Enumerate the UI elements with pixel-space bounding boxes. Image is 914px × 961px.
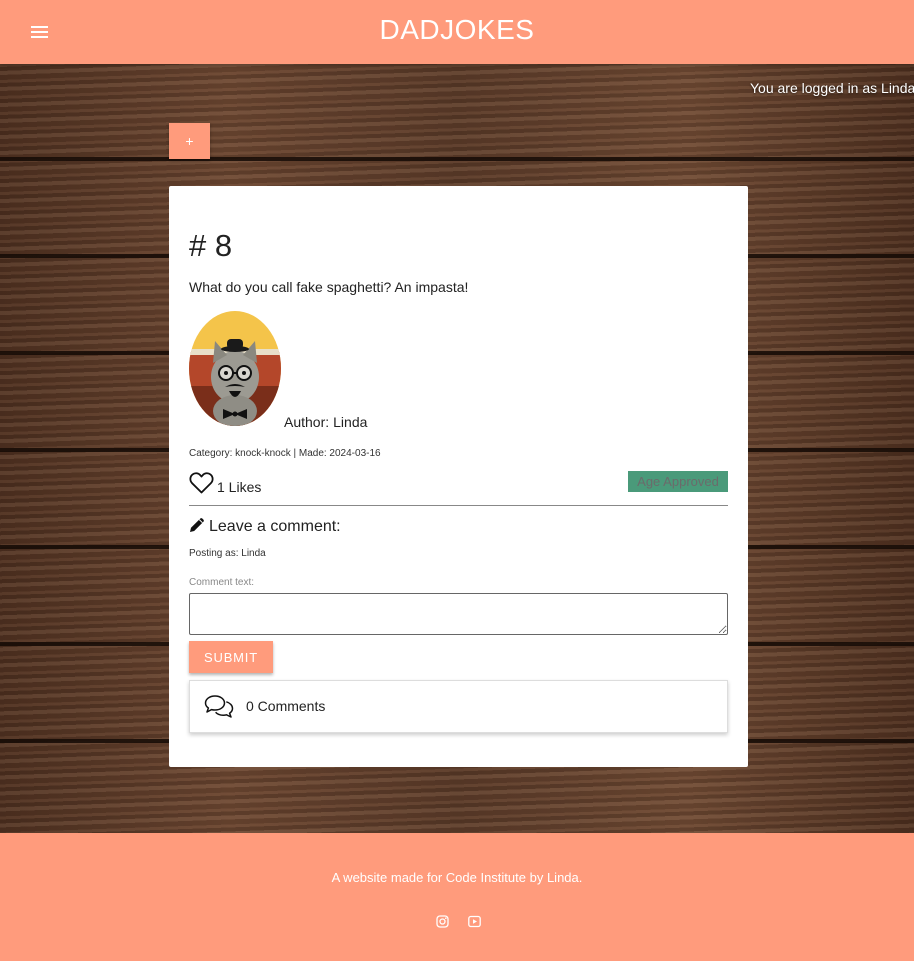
likes-count: 1 Likes	[217, 479, 262, 495]
footer-credit: A website made for Code Institute by Lin…	[331, 870, 583, 885]
comments-count: 0 Comments	[246, 698, 326, 714]
joke-card: # 8 What do you call fake spaghetti? An …	[169, 186, 748, 767]
pencil-icon	[190, 518, 204, 532]
age-approved-badge: Age Approved	[628, 471, 728, 492]
author-avatar	[189, 311, 281, 426]
footer: A website made for Code Institute by Lin…	[0, 833, 914, 961]
login-status-text: You are logged in as Linda	[750, 80, 914, 96]
leave-comment-label: Leave a comment:	[209, 518, 341, 535]
joke-meta: Category: knock-knock | Made: 2024-03-16	[189, 448, 381, 459]
top-navbar: DADJOKES	[0, 0, 914, 64]
leave-comment-heading: Leave a comment:	[189, 517, 341, 536]
instagram-icon[interactable]	[436, 915, 449, 928]
brand-logo-link[interactable]: DADJOKES	[0, 14, 914, 46]
comments-summary: 0 Comments	[189, 680, 728, 733]
youtube-icon[interactable]	[468, 915, 481, 928]
author-name: Linda	[333, 414, 368, 430]
comment-text-label: Comment text:	[189, 577, 255, 588]
add-joke-button[interactable]: +	[169, 123, 210, 159]
comment-textarea[interactable]	[189, 593, 728, 635]
divider	[189, 505, 728, 506]
author-label: Author:	[284, 414, 330, 430]
author-line: Author: Linda	[284, 414, 367, 430]
joke-text: What do you call fake spaghetti? An impa…	[189, 279, 469, 295]
submit-button[interactable]: SUBMIT	[189, 641, 273, 673]
heart-icon[interactable]	[189, 471, 214, 495]
posting-as-text: Posting as: Linda	[189, 548, 266, 559]
comments-icon	[204, 695, 234, 718]
joke-number-title: # 8	[189, 228, 233, 263]
